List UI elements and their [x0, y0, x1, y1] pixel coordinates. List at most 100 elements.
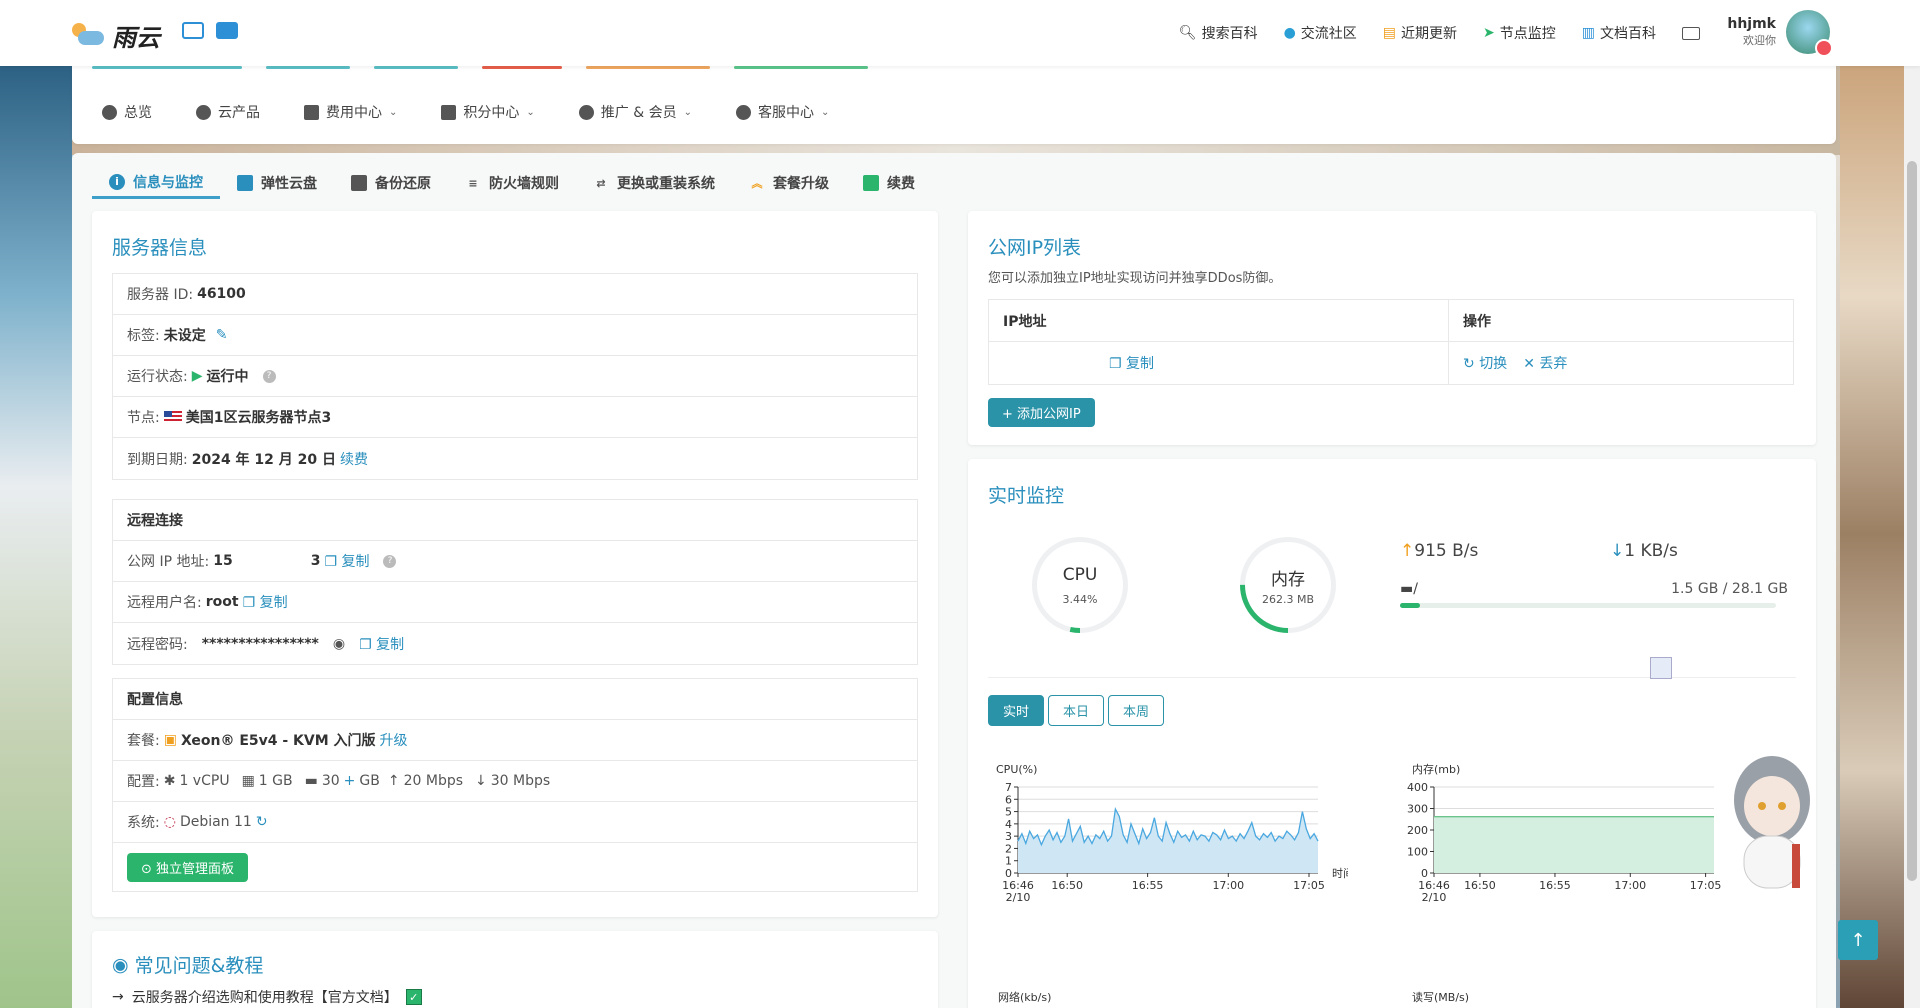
- background-art-left: [0, 60, 72, 1008]
- tag-value: 未设定: [163, 328, 206, 344]
- brand-name: 雨云: [112, 24, 160, 52]
- scroll-to-top-button[interactable]: ↑: [1838, 920, 1878, 960]
- menu-points[interactable]: 积分中心 ⌄: [441, 102, 535, 122]
- discard-ip-button[interactable]: ✕ 丢弃: [1523, 353, 1567, 373]
- top-navbar: 雨云 🔍︎ 搜索百科 ● 交流社区 ▤ 近期更新 ➤ 节点监控 ▥ 文档百科 hhjmk …: [0, 0, 1920, 66]
- chart-y-tick-label: 3: [1005, 830, 1012, 843]
- gift-icon: [441, 104, 457, 120]
- chart-y-tick-label: 2: [1005, 842, 1012, 855]
- plan-icon: ▣: [163, 732, 177, 748]
- faq-title: ◉ 常见问题&教程: [112, 953, 264, 978]
- nav-updates[interactable]: ▤ 近期更新: [1383, 23, 1457, 43]
- tab-info-monitor[interactable]: i 信息与监控: [92, 167, 220, 199]
- menu-cloud-products[interactable]: 云产品: [196, 102, 260, 122]
- range-today-button[interactable]: 本日: [1048, 695, 1105, 726]
- scrollbar-thumb[interactable]: [1907, 161, 1917, 881]
- upgrade-link[interactable]: 升级: [380, 730, 408, 750]
- switch-ip-button[interactable]: ↻ 切换: [1463, 353, 1507, 373]
- reinstall-refresh-icon[interactable]: ↻: [256, 814, 268, 830]
- nav-community[interactable]: ● 交流社区: [1284, 23, 1357, 43]
- nav-links: 🔍︎ 搜索百科 ● 交流社区 ▤ 近期更新 ➤ 节点监控 ▥ 文档百科: [1179, 0, 1700, 66]
- net-download: ↓1 KB/s: [1610, 541, 1678, 561]
- tab-cloud-disk[interactable]: 弹性云盘: [220, 167, 334, 199]
- copy-password-button[interactable]: ❐ 复制: [359, 634, 404, 654]
- nav-docs[interactable]: ▥ 文档百科: [1582, 23, 1656, 43]
- double-chevron-up-icon: ︽: [751, 177, 763, 190]
- chart-x-tick-label: 17:00: [1614, 879, 1646, 892]
- update-icon: ▤: [1382, 25, 1397, 41]
- chart-x-tick-label: 2/10: [1006, 891, 1031, 904]
- brand-logo[interactable]: 雨云: [70, 18, 160, 53]
- ip-list-card: 公网IP列表 您可以添加独立IP地址实现访问并独享DDos防御。 IP地址 操作…: [968, 211, 1816, 445]
- config-group: 配置信息 套餐: ▣ Xeon® E5v4 - KVM 入门版 升级 配置: ✱ 1 v…: [112, 678, 918, 892]
- menu-support[interactable]: 客服中心 ⌄: [736, 102, 829, 122]
- broken-image-icon: [1650, 657, 1672, 679]
- chart-y-label: CPU(%): [996, 763, 1037, 776]
- range-week-button[interactable]: 本周: [1108, 695, 1165, 726]
- nav-search[interactable]: 🔍︎ 搜索百科: [1179, 23, 1258, 43]
- copy-ip-button[interactable]: ❐ 复制: [324, 551, 369, 571]
- page-scrollbar[interactable]: [1904, 66, 1920, 1008]
- os-name: Debian 11: [179, 814, 252, 830]
- faq-item[interactable]: → 云服务器介绍选购和使用教程【官方文档】 ✓: [112, 987, 422, 1007]
- ip-table: IP地址 操作 ❐ 复制 ↻ 切换 ✕ 丢弃: [988, 299, 1794, 385]
- status-row: 运行状态: ▶ 运行中?: [113, 356, 917, 397]
- arrow-up-icon: ↑: [1400, 541, 1415, 561]
- cpu-icon: ✱: [163, 773, 176, 789]
- mascot-character: [1726, 740, 1822, 900]
- database-icon: [351, 175, 367, 191]
- chart-y-tick-label: 7: [1005, 781, 1012, 794]
- chart-x-tick-label: 17:05: [1293, 879, 1325, 892]
- chart-y-label: 内存(mb): [1412, 762, 1460, 776]
- avatar[interactable]: [1786, 10, 1833, 57]
- money-icon: [304, 104, 319, 120]
- network-chart-label: 网络(kb/s): [998, 991, 1052, 1004]
- renew-link[interactable]: 续费: [340, 449, 368, 469]
- menu-promotion[interactable]: 推广 & 会员 ⌄: [578, 102, 692, 122]
- exchange-icon: ⇄: [596, 176, 606, 190]
- ip-row: 公网 IP 地址: 15 3 ❐ 复制?: [113, 541, 917, 582]
- tab-backup[interactable]: 备份还原: [334, 167, 448, 199]
- spec-row: 配置: ✱ 1 vCPU ▦ 1 GB ▬ 30 + GB ↑ 20 Mbps ↓ 30 Mb…: [113, 761, 917, 802]
- remote-heading-row: 远程连接: [113, 500, 917, 541]
- question-icon[interactable]: ?: [262, 369, 276, 383]
- chart-x-tick-label: 17:05: [1690, 879, 1722, 892]
- copy-user-button[interactable]: ❐ 复制: [243, 592, 288, 612]
- user-menu[interactable]: hhjmk 欢迎你: [1727, 10, 1833, 57]
- image-icon[interactable]: [182, 22, 204, 39]
- add-ip-button[interactable]: + 添加公网IP: [988, 398, 1095, 427]
- remote-group: 远程连接 公网 IP 地址: 15 3 ❐ 复制? 远程用户名: root ❐ 复制 远程…: [112, 499, 918, 665]
- chart-x-tick-label: 16:50: [1464, 879, 1496, 892]
- menu-overview[interactable]: 总览: [102, 102, 152, 122]
- memory-chart: 内存(mb)010020030040016:462/1016:50 16:55 17…: [1407, 762, 1722, 904]
- eye-icon[interactable]: ◉: [333, 636, 345, 652]
- copy-ip-list-button[interactable]: ❐ 复制: [1109, 353, 1154, 373]
- tab-reinstall[interactable]: ⇄ 更换或重装系统: [576, 167, 732, 199]
- chart-y-tick-label: 300: [1407, 803, 1428, 816]
- range-realtime-button[interactable]: 实时: [988, 695, 1045, 726]
- chart-y-tick-label: 6: [1005, 793, 1012, 806]
- tab-upgrade[interactable]: ︽ 套餐升级: [732, 167, 846, 199]
- user-greeting: 欢迎你: [1743, 34, 1776, 47]
- us-flag-icon: [163, 411, 182, 423]
- community-icon: ●: [1283, 25, 1296, 41]
- dashboard-icon: [102, 104, 117, 120]
- nav-node-monitor[interactable]: ➤ 节点监控: [1483, 23, 1556, 43]
- edit-icon[interactable]: ✎: [216, 327, 228, 343]
- table-row: ❐ 复制 ↻ 切换 ✕ 丢弃: [989, 342, 1793, 384]
- translate-icon[interactable]: [216, 22, 238, 39]
- standalone-panel-button[interactable]: ⊙ 独立管理面板: [127, 852, 249, 882]
- monitor-title: 实时监控: [988, 485, 1065, 507]
- username: hhjmk: [1727, 16, 1776, 32]
- menu-billing[interactable]: 费用中心 ⌄: [304, 102, 397, 122]
- headset-icon: [736, 104, 751, 120]
- mascot-illustration: [1734, 756, 1810, 889]
- arrow-down-icon: ↓: [475, 773, 487, 789]
- tab-firewall[interactable]: ≡ 防火墙规则: [448, 167, 576, 199]
- tab-renew[interactable]: 续费: [846, 167, 932, 199]
- question-icon[interactable]: ?: [383, 554, 397, 568]
- chart-x-tick-label: 16:55: [1132, 879, 1164, 892]
- memory-icon: ▦: [241, 773, 255, 789]
- remote-password: ****************: [201, 635, 319, 652]
- mail-icon[interactable]: [1682, 26, 1700, 40]
